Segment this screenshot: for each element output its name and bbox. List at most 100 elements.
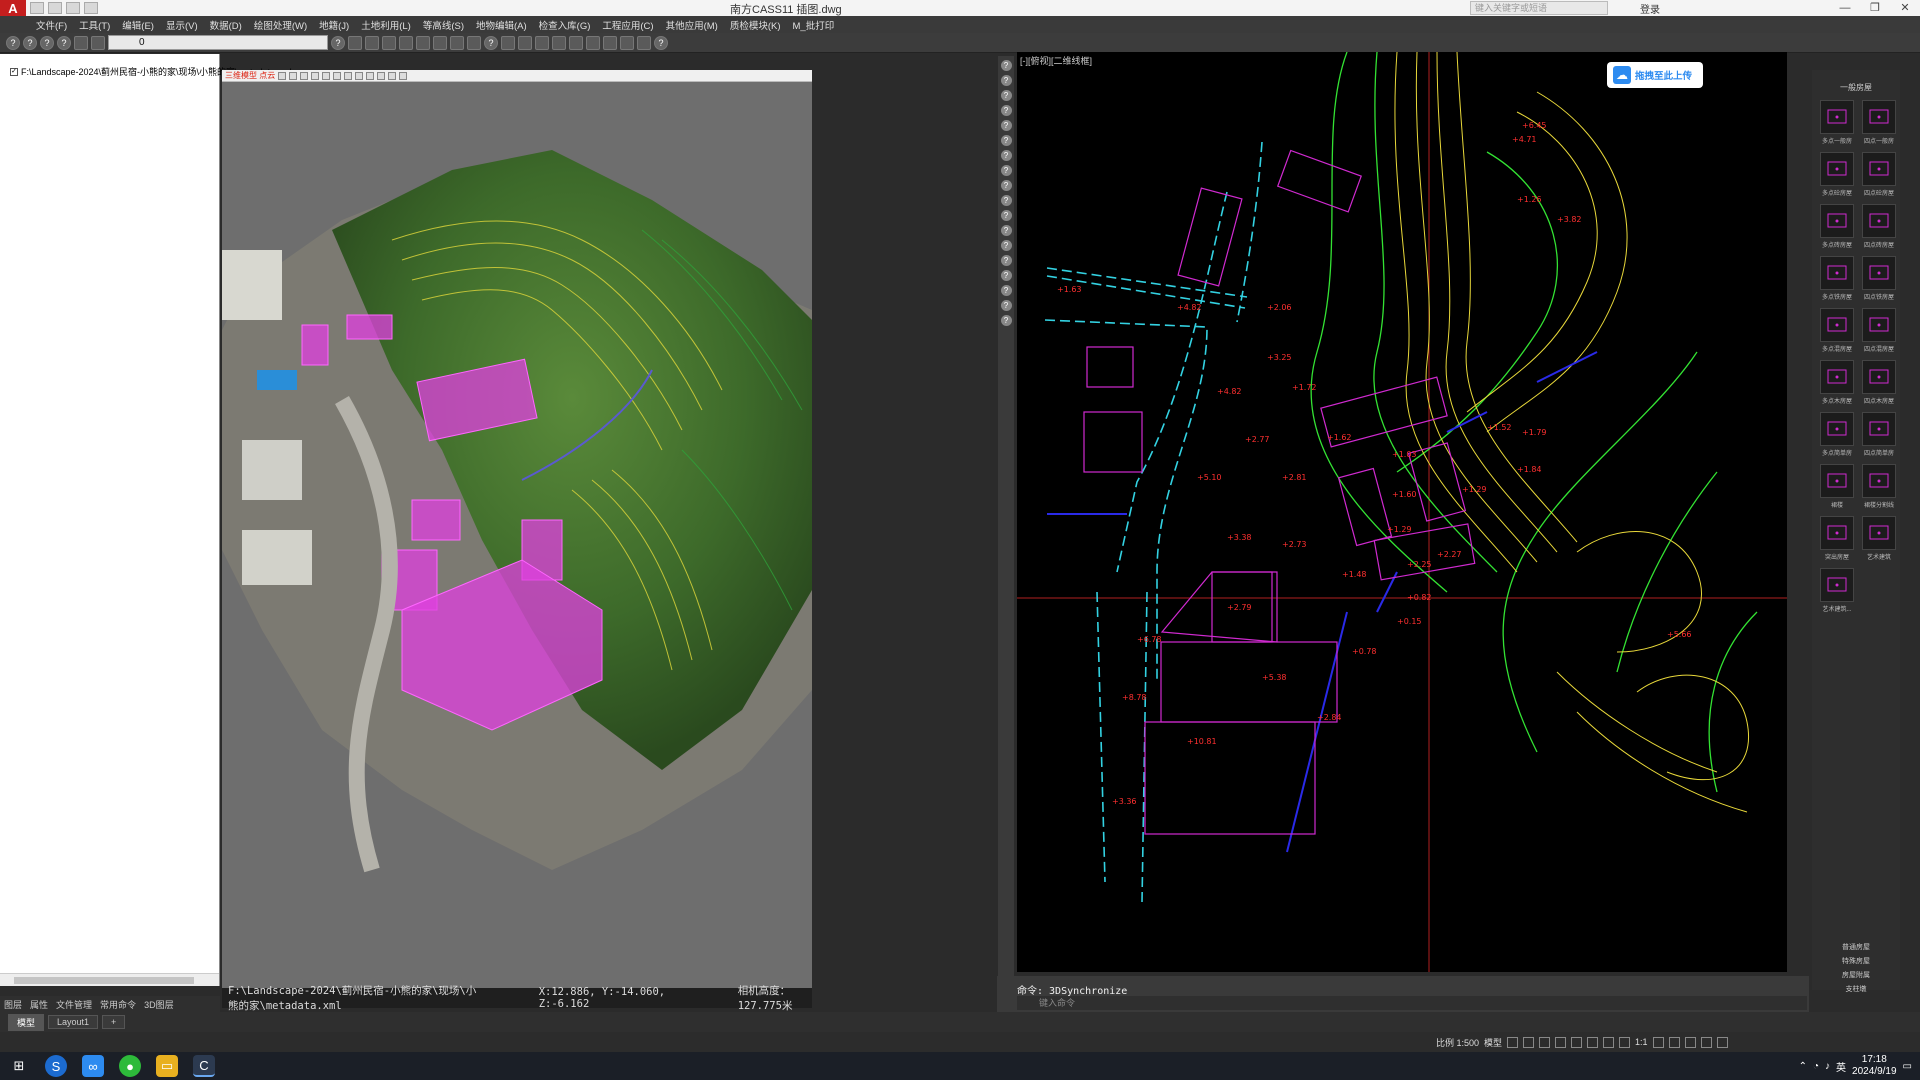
- scrollbar-thumb[interactable]: [14, 977, 194, 984]
- layer-manager-icon[interactable]: [74, 35, 88, 50]
- menu-icon[interactable]: [1716, 1036, 1728, 1048]
- palette-tool-item[interactable]: [1820, 204, 1854, 238]
- erase-icon[interactable]: [382, 35, 396, 50]
- help-icon[interactable]: ?: [1000, 135, 1012, 146]
- cad-drawing-view[interactable]: [-][俯视][二维线框] +1.63 +4.82 +2.06 +1.72 +3…: [1017, 52, 1787, 972]
- menu-check[interactable]: 检查入库(G): [539, 18, 591, 32]
- help-icon[interactable]: ?: [1000, 315, 1012, 326]
- help-icon[interactable]: ?: [1000, 270, 1012, 281]
- menu-feature-edit[interactable]: 地物编辑(A): [476, 18, 527, 32]
- palette-category-pillar[interactable]: 支柱墩: [1812, 984, 1900, 994]
- menu-view[interactable]: 显示(V): [166, 18, 198, 32]
- model-space-label[interactable]: 模型: [1484, 1036, 1502, 1049]
- app-logo-icon[interactable]: A: [0, 0, 26, 16]
- palette-side-tabs[interactable]: [1904, 80, 1918, 440]
- zoom-window-icon[interactable]: [433, 35, 447, 50]
- upload-button[interactable]: ☁ 拖拽至此上传: [1607, 62, 1703, 88]
- save-icon[interactable]: [48, 2, 62, 14]
- open-icon[interactable]: [348, 35, 362, 50]
- menu-engineering[interactable]: 工程应用(C): [602, 18, 653, 32]
- polar-icon[interactable]: [1555, 1036, 1567, 1048]
- osnap-icon[interactable]: [1571, 1036, 1583, 1048]
- tab-3d-layers[interactable]: 3D图层: [144, 998, 174, 1011]
- annotation-icon[interactable]: [1619, 1036, 1631, 1048]
- pencil-icon[interactable]: [569, 35, 583, 50]
- tab-properties[interactable]: 属性: [30, 998, 48, 1011]
- cloud-drive-icon[interactable]: ∞: [82, 1055, 104, 1077]
- palette-tool-item[interactable]: [1820, 464, 1854, 498]
- view-icon[interactable]: [344, 71, 353, 80]
- ime-language[interactable]: 英: [1836, 1059, 1846, 1074]
- menu-other[interactable]: 其他应用(M): [666, 18, 718, 32]
- help-icon[interactable]: ?: [1000, 300, 1012, 311]
- pan-icon[interactable]: [399, 35, 413, 50]
- isolate-icon[interactable]: [1684, 1036, 1696, 1048]
- layer-state-icon[interactable]: [91, 35, 105, 50]
- 3d-model-view[interactable]: [222, 70, 812, 990]
- view-icon[interactable]: [333, 71, 342, 80]
- volume-icon[interactable]: ♪: [1825, 1061, 1830, 1072]
- undo-icon[interactable]: [84, 2, 98, 14]
- menu-drawing[interactable]: 绘图处理(W): [254, 18, 307, 32]
- help-icon[interactable]: ?: [331, 35, 345, 50]
- menu-batch-print[interactable]: M_批打印: [793, 18, 835, 32]
- table-icon[interactable]: [552, 35, 566, 50]
- add-layout-button[interactable]: +: [102, 1015, 126, 1029]
- palette-tool-item[interactable]: [1862, 256, 1896, 290]
- command-input[interactable]: 键入命令: [1017, 996, 1807, 1010]
- network-icon[interactable]: ◔: [1813, 1061, 1819, 1072]
- menu-landuse[interactable]: 土地利用(L): [361, 18, 411, 32]
- view-icon[interactable]: [388, 71, 397, 80]
- view-icon[interactable]: [300, 71, 309, 80]
- close-button[interactable]: ✕: [1890, 0, 1920, 16]
- menu-file[interactable]: 文件(F): [36, 18, 67, 32]
- login-button[interactable]: 登录: [1640, 1, 1660, 16]
- gear-icon[interactable]: [1652, 1036, 1664, 1048]
- redo-icon[interactable]: [518, 35, 532, 50]
- restore-button[interactable]: ❐: [1860, 0, 1890, 16]
- tab-layout1[interactable]: Layout1: [48, 1015, 99, 1029]
- help-icon[interactable]: ?: [1000, 195, 1012, 206]
- tab-layers[interactable]: 图层: [4, 998, 22, 1011]
- help-icon[interactable]: ?: [1000, 105, 1012, 116]
- view-icon[interactable]: [366, 71, 375, 80]
- otrack-icon[interactable]: [1587, 1036, 1599, 1048]
- menu-data[interactable]: 数据(D): [210, 18, 242, 32]
- help-icon[interactable]: ?: [1000, 90, 1012, 101]
- palette-tool-item[interactable]: [1820, 516, 1854, 550]
- view-icon[interactable]: [377, 71, 386, 80]
- save-icon[interactable]: [365, 35, 379, 50]
- help-icon[interactable]: ?: [1000, 75, 1012, 86]
- palette-tool-item[interactable]: [1862, 360, 1896, 394]
- print-icon[interactable]: [66, 2, 80, 14]
- palette-tool-item[interactable]: [1820, 308, 1854, 342]
- help-icon[interactable]: ?: [1000, 120, 1012, 131]
- help-icon[interactable]: ?: [57, 35, 71, 50]
- palette-tool-item[interactable]: [1820, 360, 1854, 394]
- tab-common-commands[interactable]: 常用命令: [100, 998, 136, 1011]
- palette-tool-item[interactable]: [1820, 100, 1854, 134]
- ortho-icon[interactable]: [1539, 1036, 1551, 1048]
- palette-tool-item[interactable]: [1862, 464, 1896, 498]
- palette-tool-item[interactable]: [1862, 308, 1896, 342]
- move-icon[interactable]: [586, 35, 600, 50]
- help-icon[interactable]: ?: [1000, 240, 1012, 251]
- trim-icon[interactable]: [620, 35, 634, 50]
- palette-tool-item[interactable]: [1862, 152, 1896, 186]
- windows-start-icon[interactable]: ⊞: [8, 1055, 30, 1077]
- snap-icon[interactable]: [603, 35, 617, 50]
- wechat-icon[interactable]: ●: [119, 1055, 141, 1077]
- help-icon[interactable]: ?: [23, 35, 37, 50]
- menu-contour[interactable]: 等高线(S): [423, 18, 464, 32]
- palette-tool-item[interactable]: [1862, 204, 1896, 238]
- clock[interactable]: 17:18 2024/9/19: [1852, 1054, 1897, 1078]
- view-icon[interactable]: [278, 71, 287, 80]
- help-icon[interactable]: ?: [654, 35, 668, 50]
- help-icon[interactable]: ?: [1000, 255, 1012, 266]
- palette-tool-item[interactable]: [1820, 152, 1854, 186]
- menu-qc[interactable]: 质检模块(K): [730, 18, 781, 32]
- browser-icon[interactable]: S: [45, 1055, 67, 1077]
- help-icon[interactable]: ?: [1000, 225, 1012, 236]
- help-search-input[interactable]: 键入关键字或短语: [1470, 1, 1608, 15]
- view-icon[interactable]: [355, 71, 364, 80]
